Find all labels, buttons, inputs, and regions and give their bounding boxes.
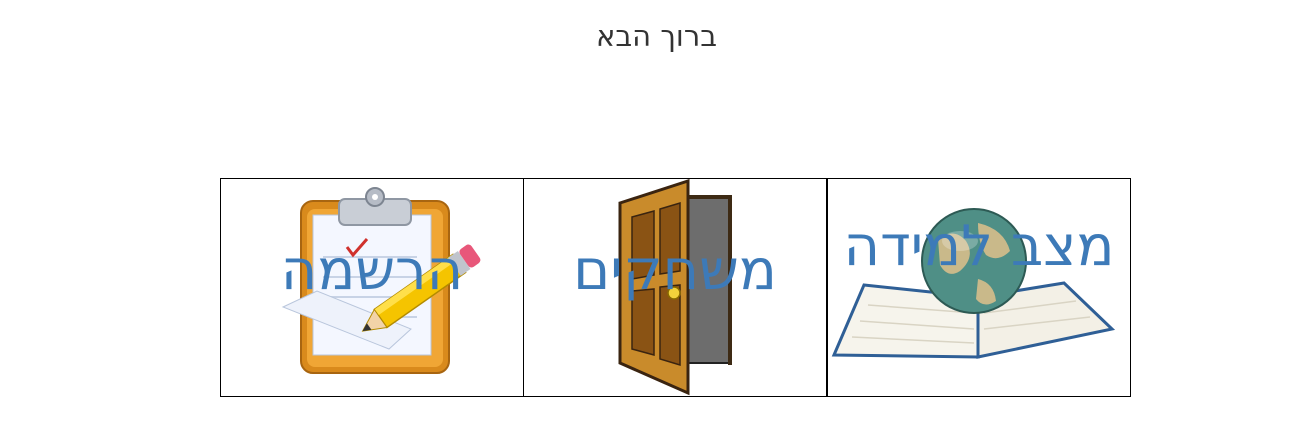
learning-mode-label: מצב למידה [843, 214, 1115, 279]
menu-grid: הרשמה משחקים מצב למידה [220, 178, 1132, 397]
page-title: ברוך הבא [596, 19, 717, 53]
register-tile[interactable]: הרשמה [220, 178, 524, 397]
register-label: הרשמה [280, 238, 464, 303]
learning-mode-tile[interactable]: מצב למידה [827, 178, 1131, 397]
games-tile[interactable]: משחקים [523, 178, 827, 397]
games-label: משחקים [573, 238, 777, 303]
globe-on-book-icon [831, 208, 1116, 359]
